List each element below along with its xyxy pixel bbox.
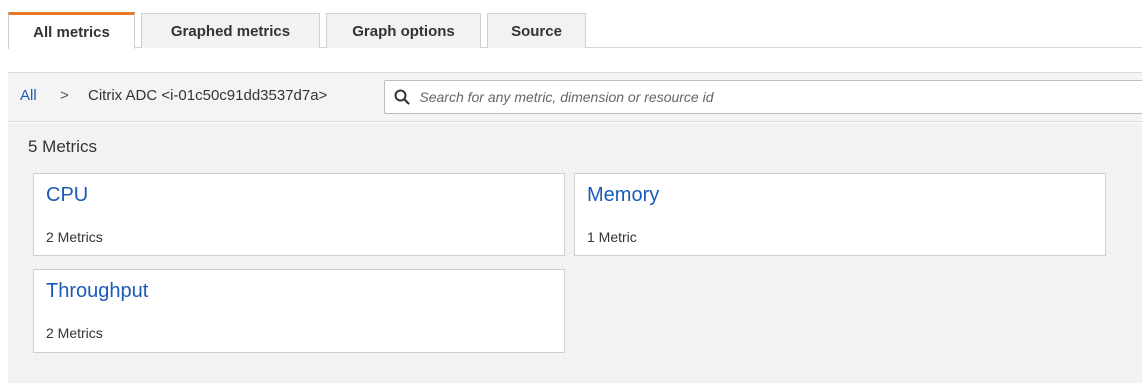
tab-graph-options[interactable]: Graph options — [326, 13, 481, 48]
search-input[interactable] — [419, 82, 1142, 112]
metric-category-title[interactable]: Throughput — [46, 280, 148, 303]
tab-label: Source — [511, 22, 562, 40]
breadcrumb-all-link[interactable]: All — [20, 87, 37, 104]
tab-label: Graphed metrics — [170, 22, 291, 40]
tab-all-metrics[interactable]: All metrics — [8, 12, 135, 49]
breadcrumb-separator: > — [60, 87, 69, 104]
tab-graphed-metrics[interactable]: Graphed metrics — [141, 13, 320, 48]
metric-category-count: 2 Metrics — [46, 229, 103, 245]
metric-category-title[interactable]: CPU — [46, 184, 88, 207]
metrics-panel: 5 Metrics CPU 2 Metrics Memory 1 Metric … — [8, 123, 1142, 383]
search-box[interactable] — [384, 80, 1142, 114]
metric-category-cpu[interactable]: CPU 2 Metrics — [33, 173, 565, 256]
metric-category-count: 1 Metric — [587, 229, 637, 245]
breadcrumb-current: Citrix ADC <i-01c50c91dd3537d7a> — [88, 87, 328, 104]
tab-label: All metrics — [33, 23, 110, 41]
search-icon — [385, 81, 419, 113]
tab-label: Graph options — [352, 22, 455, 40]
breadcrumb-search-bar: All > Citrix ADC <i-01c50c91dd3537d7a> — [8, 72, 1142, 122]
metric-category-count: 2 Metrics — [46, 325, 103, 341]
metric-category-throughput[interactable]: Throughput 2 Metrics — [33, 269, 565, 353]
metric-category-memory[interactable]: Memory 1 Metric — [574, 173, 1106, 256]
metric-category-title[interactable]: Memory — [587, 184, 659, 207]
metrics-count: 5 Metrics — [28, 137, 97, 156]
tab-source[interactable]: Source — [487, 13, 586, 48]
tab-bar: All metrics Graphed metrics Graph option… — [0, 0, 1142, 58]
